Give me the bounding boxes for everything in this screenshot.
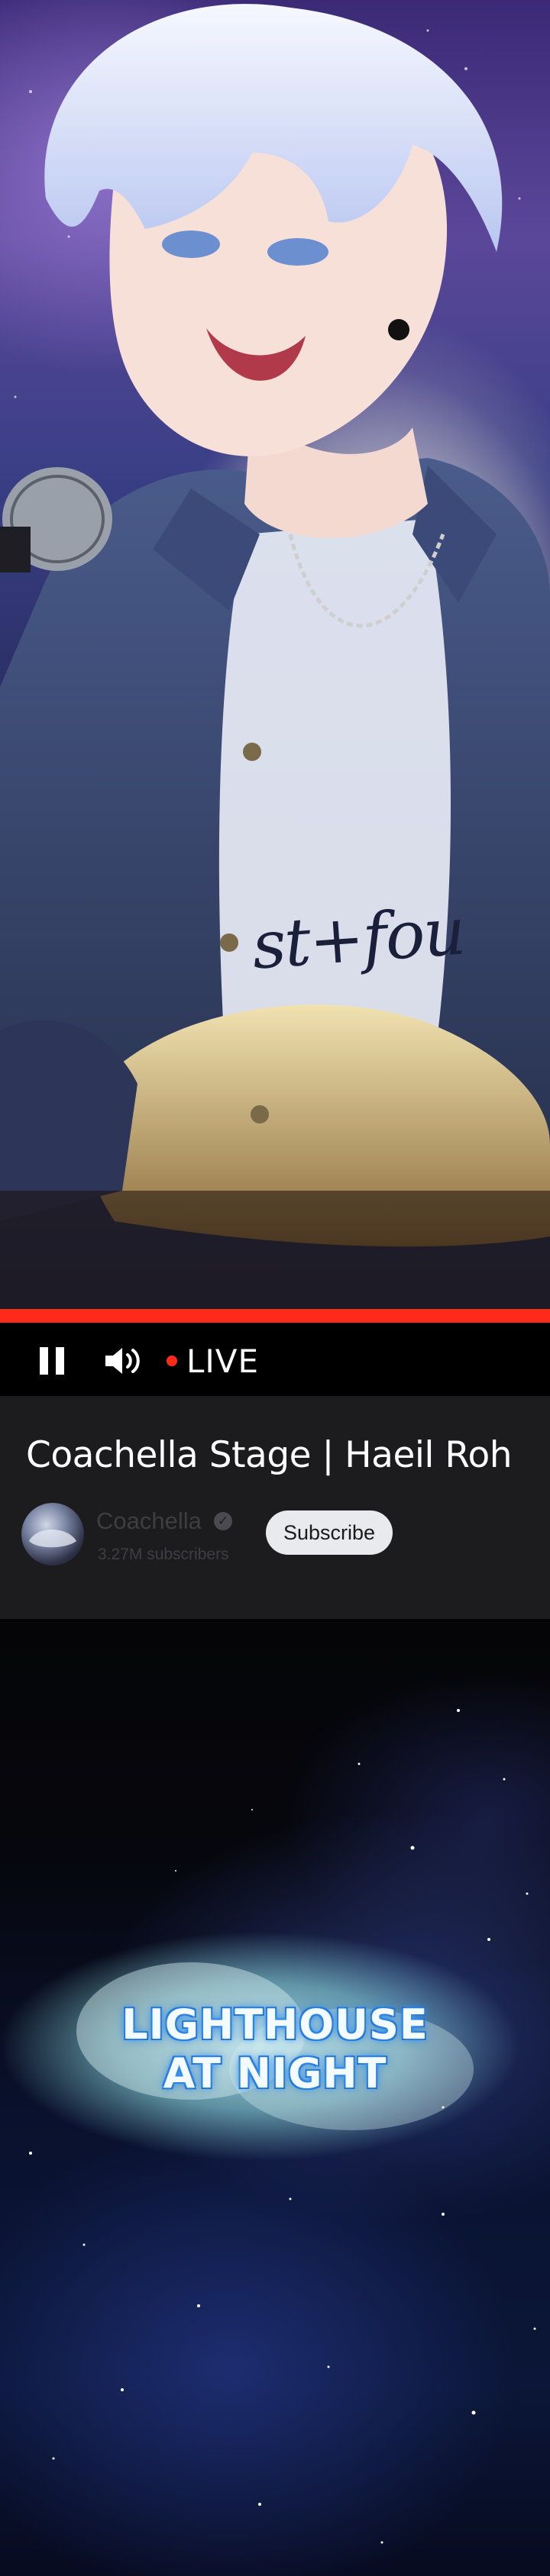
singer-artwork	[0, 4, 550, 1309]
subscribe-button[interactable]: Subscribe	[266, 1510, 393, 1555]
singer-illustration: st+fou	[0, 0, 550, 1309]
verified-check-icon: ✓	[214, 1512, 232, 1530]
video-progress-bar[interactable]	[0, 1309, 550, 1323]
player-controls: LIVE	[0, 1323, 550, 1396]
subscriber-count: 3.27M subscribers	[98, 1546, 229, 1563]
caption-title: LIGHTHOUSE AT NIGHT	[0, 2001, 550, 2098]
live-label: LIVE	[186, 1342, 260, 1380]
channel-avatar[interactable]	[21, 1503, 84, 1565]
video-title: Coachella Stage | Haeil Roh	[26, 1434, 513, 1476]
caption-line-1: LIGHTHOUSE	[121, 2001, 429, 2049]
live-dot-icon	[167, 1356, 177, 1366]
night-sky-panel: LIGHTHOUSE AT NIGHT	[0, 1619, 550, 2576]
pause-icon[interactable]	[40, 1347, 66, 1375]
shirt-print-text: st+fou	[249, 893, 467, 985]
webtoon-page: st+fou LIVE Coachella Stage | Haeil Roh …	[0, 0, 550, 2576]
channel-name[interactable]: Coachella	[96, 1507, 202, 1535]
live-indicator: LIVE	[167, 1342, 260, 1380]
video-info-panel: Coachella Stage | Haeil Roh Coachella ✓ …	[0, 1396, 550, 1619]
caption-line-2: AT NIGHT	[163, 2049, 387, 2097]
volume-icon[interactable]	[104, 1346, 144, 1376]
